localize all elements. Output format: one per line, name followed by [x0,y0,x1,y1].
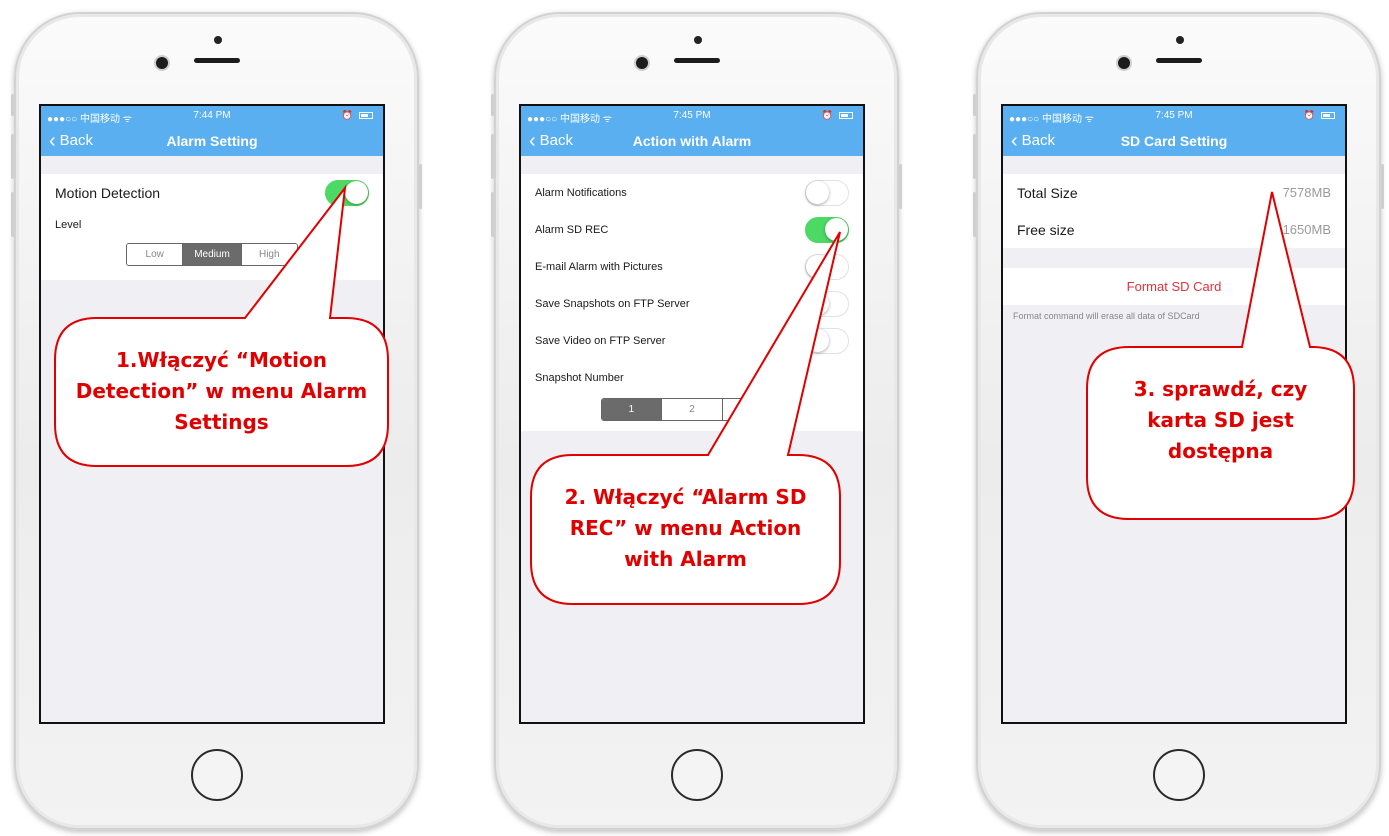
clock: 7:44 PM [193,110,231,121]
row-label: Save Video on FTP Server [535,334,666,347]
side-button [11,94,14,116]
callout-text-2: 2. Włączyć “Alarm SD REC” w menu Action … [564,485,807,571]
power-button [1381,164,1384,209]
clock: 7:45 PM [1155,110,1193,121]
page-title: SD Card Setting [1120,133,1228,149]
camera-icon [156,57,168,69]
nav-bar: ‹ Back Alarm Setting [41,126,383,156]
alarm-notifications-row: Alarm Notifications [521,174,863,211]
volume-down-button [973,192,976,237]
motion-detection-row: Motion Detection [41,174,383,211]
level-row: Level [41,211,383,239]
row-label: Alarm Notifications [535,186,627,199]
battery-icon [839,112,853,119]
callout-text-3: 3. sprawdź, czy karta SD jest dostępna [1133,377,1308,463]
camera-icon [1118,57,1130,69]
nav-bar: ‹ Back Action with Alarm [521,126,863,156]
total-size-value: 7578MB [1282,185,1331,200]
toggle-knob [345,180,368,204]
volume-down-button [491,192,494,237]
ftp-snapshots-row: Save Snapshots on FTP Server [521,285,863,322]
phone-frame-2: ●●●○○ 中国移动 ᯤ 7:45 PM ⏰ ‹ Back Action wit… [491,12,902,830]
toggle-knob [825,217,848,241]
alarm-notifications-toggle[interactable] [805,179,849,206]
row-label: Alarm SD REC [535,223,609,236]
power-button [419,164,422,209]
free-size-row: Free size 1650MB [1003,211,1345,248]
alarm-clock-icon: ⏰ [1303,110,1315,120]
email-alarm-row: E-mail Alarm with Pictures [521,248,863,285]
format-sd-card-button[interactable]: Format SD Card [1003,268,1345,305]
total-size-row: Total Size 7578MB [1003,174,1345,211]
page-title: Alarm Setting [166,133,258,149]
alarm-clock-icon: ⏰ [341,110,353,120]
snapshot-number-row: Snapshot Number [521,359,863,396]
screen: ●●●○○ 中国移动 ᯤ 7:45 PM ⏰ ‹ Back Action wit… [519,104,865,724]
alarm-sd-rec-toggle[interactable] [805,216,849,243]
alarm-clock-icon: ⏰ [821,110,833,120]
volume-up-button [11,134,14,179]
level-selector: Low Medium High [126,243,298,266]
snapshot-selector: 1 2 3 [601,398,783,421]
side-button [491,94,494,116]
speaker-grille [674,58,720,63]
row-label: E-mail Alarm with Pictures [535,260,663,273]
sensor-dot [1176,36,1184,44]
snapshot-option-1[interactable]: 1 [602,399,662,420]
ftp-snapshots-toggle[interactable] [805,290,849,317]
home-button[interactable] [1153,749,1205,801]
speaker-grille [194,58,240,63]
level-label: Level [55,219,82,231]
settings-group: Motion Detection Level Low Medium High [41,174,383,280]
toggle-knob [806,254,829,278]
motion-detection-toggle[interactable] [325,179,369,206]
battery-icon [359,112,373,119]
volume-down-button [11,192,14,237]
level-selector-wrap: Low Medium High [41,239,383,272]
snapshot-selector-wrap: 1 2 3 [521,396,863,421]
power-button [899,164,902,209]
ftp-video-row: Save Video on FTP Server [521,322,863,359]
email-alarm-toggle[interactable] [805,253,849,280]
toggle-knob [806,180,829,204]
snapshot-option-2[interactable]: 2 [661,399,724,420]
status-bar: ●●●○○ 中国移动 ᯤ 7:44 PM ⏰ [41,106,383,126]
alarm-sd-rec-row: Alarm SD REC [521,211,863,248]
total-size-label: Total Size [1017,184,1078,201]
motion-detection-label: Motion Detection [55,184,161,201]
sd-info-group: Total Size 7578MB Free size 1650MB [1003,174,1345,248]
snapshot-number-label: Snapshot Number [535,371,624,384]
level-option-low[interactable]: Low [127,244,184,265]
snapshot-option-3[interactable]: 3 [723,399,782,420]
nav-bar: ‹ Back SD Card Setting [1003,126,1345,156]
level-option-high[interactable]: High [241,244,297,265]
toggle-knob [806,328,829,352]
settings-group: Alarm Notifications Alarm SD REC E-mail … [521,174,863,431]
camera-icon [636,57,648,69]
free-size-value: 1650MB [1282,222,1331,237]
format-warning-note: Format command will erase all data of SD… [1013,311,1200,321]
callout-text-1: 1.Włączyć “Motion Detection” w menu Alar… [75,348,368,434]
status-bar: ●●●○○ 中国移动 ᯤ 7:45 PM ⏰ [521,106,863,126]
level-option-medium[interactable]: Medium [183,244,242,265]
ftp-video-toggle[interactable] [805,327,849,354]
battery-icon [1321,112,1335,119]
volume-up-button [973,134,976,179]
speaker-grille [1156,58,1202,63]
side-button [973,94,976,116]
sensor-dot [694,36,702,44]
home-button[interactable] [191,749,243,801]
sensor-dot [214,36,222,44]
page-title: Action with Alarm [632,133,752,149]
free-size-label: Free size [1017,221,1075,238]
status-bar: ●●●○○ 中国移动 ᯤ 7:45 PM ⏰ [1003,106,1345,126]
toggle-knob [806,291,829,315]
clock: 7:45 PM [673,110,711,121]
row-label: Save Snapshots on FTP Server [535,297,690,310]
volume-up-button [491,134,494,179]
home-button[interactable] [671,749,723,801]
